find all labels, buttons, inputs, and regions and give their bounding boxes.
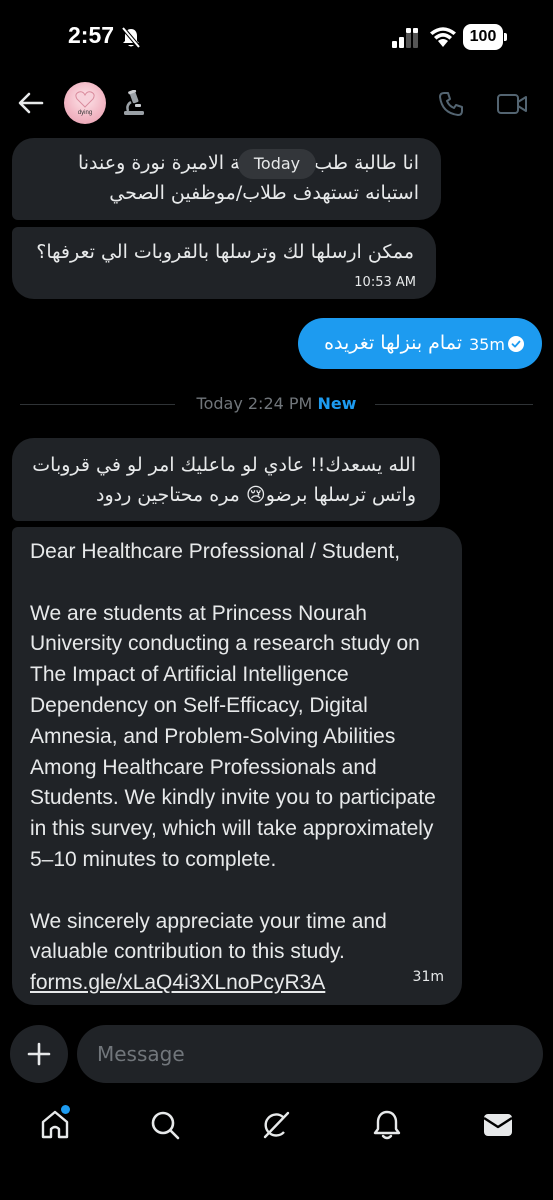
message-input[interactable] <box>77 1025 543 1083</box>
notification-dot <box>61 1105 70 1114</box>
message-thread[interactable]: انا طالبة طب في جامعة الاميرة نورة وعندن… <box>0 138 553 1008</box>
phone-icon[interactable] <box>437 90 465 118</box>
status-bar: 2:57 100 <box>0 0 553 74</box>
message-text: الله يسعدك!! عادي لو ماعليك امر لو في قر… <box>32 454 416 506</box>
received-message[interactable]: انا طالبة طب في جامعة الاميرة نورة وعندن… <box>12 138 441 220</box>
message-timestamp: 35m <box>469 335 505 354</box>
message-text: ممكن ارسلها لك وترسلها بالقروبات الي تعر… <box>36 241 414 263</box>
seen-check-icon <box>508 336 524 352</box>
message-text: تمام بنزلها تغريده <box>324 332 462 354</box>
messages-icon[interactable] <box>481 1108 515 1142</box>
survey-link[interactable]: forms.gle/xLaQ4i3XLnoPcyR3A <box>30 971 325 994</box>
battery-indicator: 100 <box>463 24 507 50</box>
add-media-button[interactable] <box>10 1025 68 1083</box>
cellular-signal-icon <box>392 28 418 48</box>
sent-message[interactable]: تمام بنزلها تغريده 35m <box>298 318 542 369</box>
status-time: 2:57 <box>68 22 115 48</box>
received-message[interactable]: ممكن ارسلها لك وترسلها بالقروبات الي تعر… <box>12 227 436 299</box>
conversation-header: dying <box>0 74 553 138</box>
message-greeting: Dear Healthcare Professional / Student, <box>30 540 401 563</box>
bottom-navigation <box>0 1100 553 1160</box>
grok-icon[interactable] <box>259 1108 293 1142</box>
message-body: We are students at Princess Nourah Unive… <box>30 601 436 871</box>
message-thanks: We sincerely appreciate your time and va… <box>30 909 387 964</box>
message-timestamp: 31m <box>412 969 444 986</box>
new-label: New <box>317 394 357 413</box>
search-icon[interactable] <box>148 1108 182 1142</box>
video-call-icon[interactable] <box>496 92 528 116</box>
wifi-icon <box>430 27 456 47</box>
plus-icon <box>27 1042 51 1066</box>
microscope-icon <box>124 90 144 115</box>
avatar[interactable]: dying <box>64 82 106 124</box>
heart-icon <box>75 91 95 108</box>
bell-off-icon <box>121 27 141 49</box>
back-arrow-icon[interactable] <box>16 88 46 118</box>
new-messages-divider: Today 2:24 PM New <box>20 394 533 414</box>
received-message[interactable]: الله يسعدك!! عادي لو ماعليك امر لو في قر… <box>12 438 440 521</box>
message-composer <box>0 1022 553 1086</box>
notifications-icon[interactable] <box>370 1108 404 1142</box>
date-pill: Today <box>238 149 316 179</box>
divider-timestamp: Today 2:24 PM <box>196 394 313 413</box>
received-message[interactable]: Dear Healthcare Professional / Student, … <box>12 527 462 1005</box>
message-timestamp: 10:53 AM <box>354 275 416 290</box>
battery-level: 100 <box>463 24 503 50</box>
